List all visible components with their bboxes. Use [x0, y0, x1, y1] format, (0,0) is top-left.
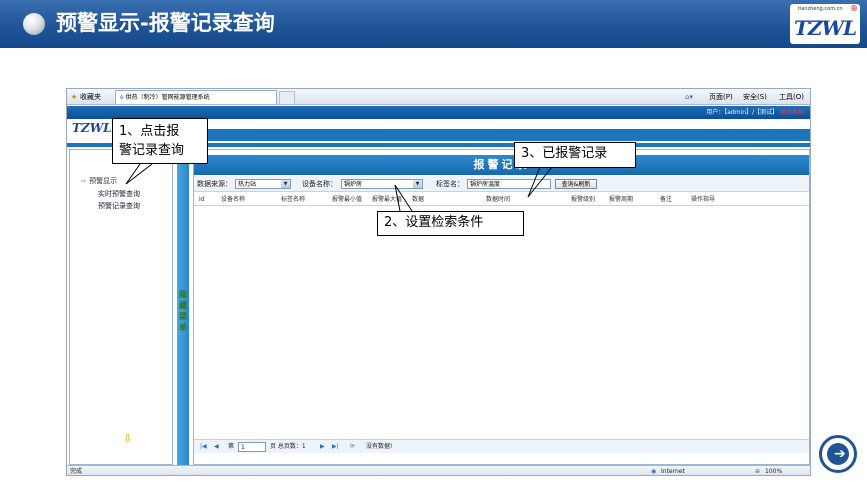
callout-step-2: 2、设置检索条件	[377, 211, 524, 236]
callout-step-3: 3、已报警记录	[514, 142, 636, 168]
next-arrow-circle-icon: ➔	[827, 443, 849, 465]
next-slide-button[interactable]: ➔	[819, 435, 857, 473]
arrow-right-icon: ➔	[834, 446, 846, 462]
callout-3-pointer-edge	[527, 166, 553, 198]
callout-1-pointer	[125, 163, 141, 185]
callout-3-pointer	[527, 166, 541, 198]
callout-1-pointer-edge	[125, 163, 153, 185]
callout-pointers	[125, 163, 553, 212]
callout-step-1: 1、点击报 警记录查询	[112, 118, 208, 164]
